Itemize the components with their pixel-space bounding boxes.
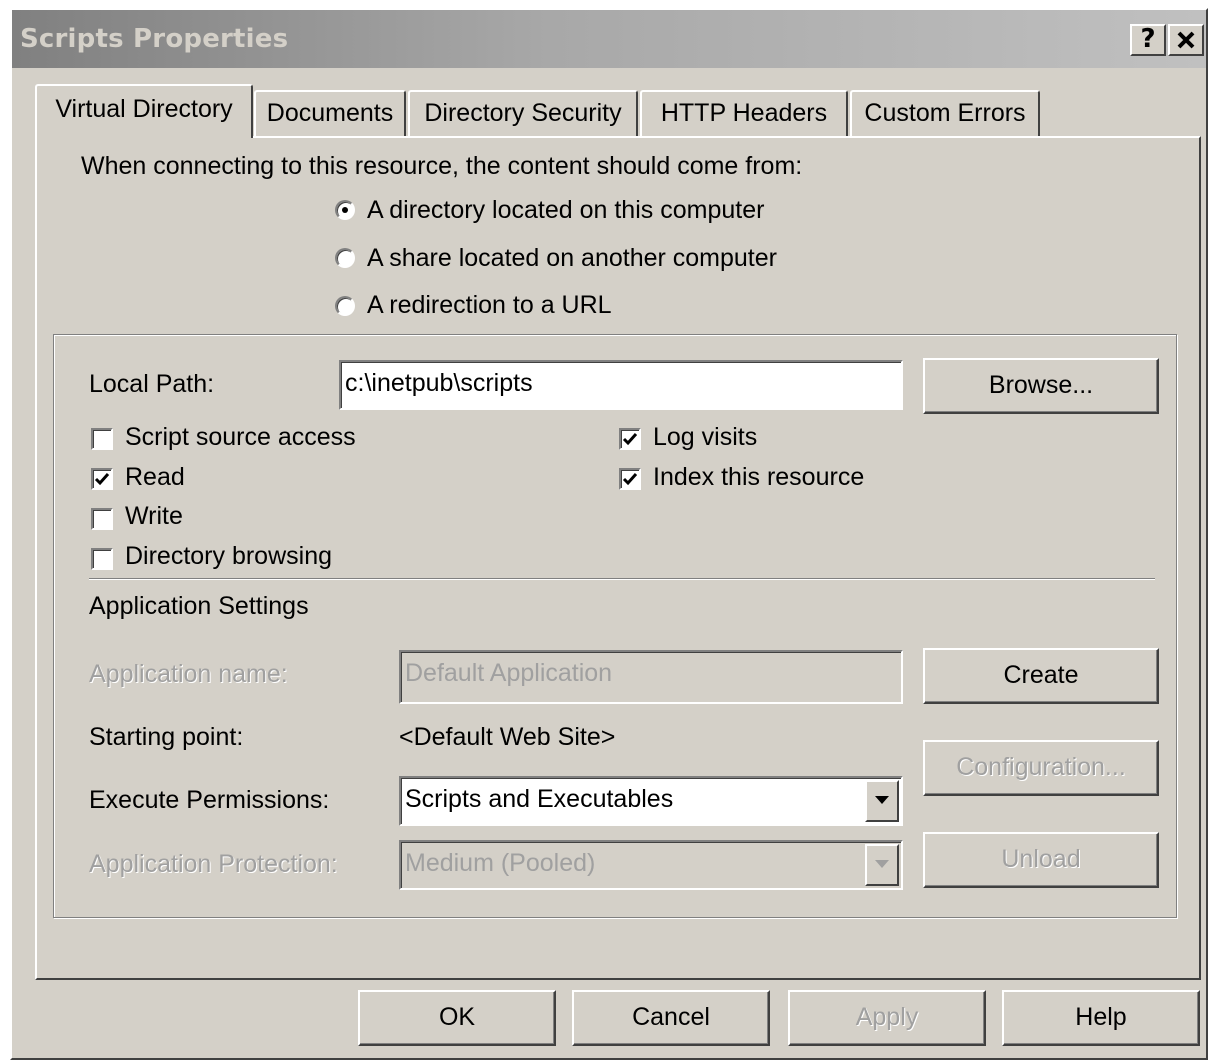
application-protection-select[interactable]: Medium (Pooled)	[399, 840, 903, 890]
tab-directory-security[interactable]: Directory Security	[408, 90, 638, 136]
execute-permissions-select[interactable]: Scripts and Executables	[399, 776, 903, 826]
starting-point-label: Starting point:	[89, 723, 244, 751]
chevron-down-icon[interactable]	[865, 844, 899, 886]
checkmark-icon	[622, 433, 638, 446]
tab-documents[interactable]: Documents	[254, 90, 406, 136]
application-protection-value: Medium (Pooled)	[405, 849, 596, 877]
help-button[interactable]: Help	[1002, 990, 1200, 1046]
checkbox-label[interactable]: Log visits	[653, 423, 757, 452]
checkbox-label[interactable]: Index this resource	[653, 463, 864, 492]
help-icon[interactable]: ?	[1130, 24, 1166, 56]
local-path-label: Local Path:	[89, 370, 215, 398]
checkmark-icon	[94, 473, 110, 486]
tab-label: Documents	[266, 99, 394, 127]
application-protection-label: Application Protection:	[89, 850, 338, 878]
close-icon[interactable]	[1168, 24, 1204, 56]
radio-label[interactable]: A directory located on this computer	[367, 196, 764, 225]
cancel-button[interactable]: Cancel	[572, 990, 770, 1046]
apply-button[interactable]: Apply	[788, 990, 986, 1046]
properties-dialog: Scripts Properties ? Virtual Directory D…	[10, 8, 1208, 1060]
checkbox-label[interactable]: Script source access	[125, 423, 356, 452]
radio-network-share[interactable]	[335, 248, 355, 268]
execute-permissions-value: Scripts and Executables	[405, 785, 674, 813]
tab-http-headers[interactable]: HTTP Headers	[640, 90, 848, 136]
execute-permissions-label: Execute Permissions:	[89, 786, 330, 814]
configuration-button[interactable]: Configuration...	[923, 740, 1159, 796]
radio-url-redirection[interactable]	[335, 296, 355, 316]
ok-button[interactable]: OK	[358, 990, 556, 1046]
checkbox-read[interactable]	[91, 468, 113, 490]
application-settings-heading: Application Settings	[89, 592, 309, 620]
tab-label: Custom Errors	[864, 99, 1026, 127]
section-divider	[89, 578, 1155, 580]
close-x-glyph	[1177, 31, 1195, 49]
checkbox-label[interactable]: Directory browsing	[125, 542, 332, 571]
local-path-input[interactable]: c:\inetpub\scripts	[339, 360, 903, 410]
starting-point-value: <Default Web Site>	[399, 723, 616, 751]
browse-button[interactable]: Browse...	[923, 358, 1159, 414]
window-title: Scripts Properties	[20, 24, 289, 54]
checkbox-label[interactable]: Write	[125, 502, 183, 531]
tab-label: Virtual Directory	[55, 95, 233, 123]
checkbox-directory-browsing[interactable]	[91, 548, 113, 570]
radio-local-directory[interactable]	[335, 200, 355, 220]
application-name-input[interactable]: Default Application	[399, 650, 903, 704]
create-button[interactable]: Create	[923, 648, 1159, 704]
checkbox-label[interactable]: Read	[125, 463, 185, 492]
checkbox-log-visits[interactable]	[619, 428, 641, 450]
content-source-prompt: When connecting to this resource, the co…	[81, 152, 803, 180]
radio-label[interactable]: A share located on another computer	[367, 244, 777, 273]
application-name-label: Application name:	[89, 660, 288, 688]
chevron-down-icon[interactable]	[865, 780, 899, 822]
title-bar[interactable]: Scripts Properties ?	[12, 10, 1206, 68]
tab-custom-errors[interactable]: Custom Errors	[850, 90, 1040, 136]
checkbox-write[interactable]	[91, 508, 113, 530]
checkbox-script-source-access[interactable]	[91, 428, 113, 450]
tab-label: Directory Security	[424, 99, 622, 127]
radio-label[interactable]: A redirection to a URL	[367, 291, 612, 320]
unload-button[interactable]: Unload	[923, 832, 1159, 888]
tab-label: HTTP Headers	[660, 99, 828, 127]
virtual-directory-panel: When connecting to this resource, the co…	[35, 136, 1201, 980]
tab-virtual-directory[interactable]: Virtual Directory	[35, 84, 253, 138]
directory-settings-group	[53, 334, 1177, 918]
checkmark-icon	[622, 473, 638, 486]
checkbox-index-resource[interactable]	[619, 468, 641, 490]
